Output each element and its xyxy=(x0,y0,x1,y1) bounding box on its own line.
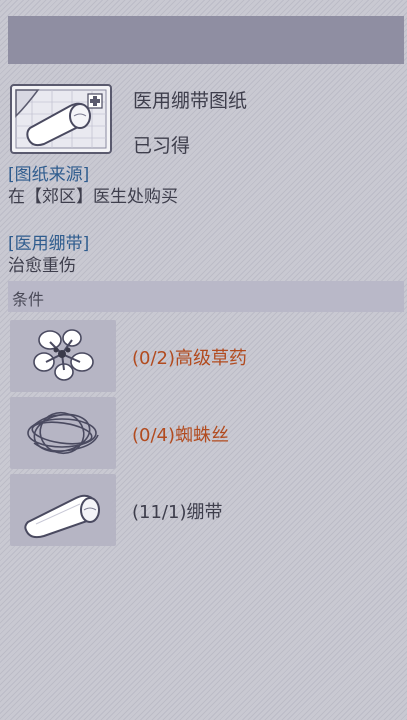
material-row-spider-silk[interactable]: (0/4)蜘蛛丝 xyxy=(10,397,404,469)
product-effect-text: 治愈重伤 xyxy=(8,256,76,276)
blueprint-title: 医用绷带图纸 xyxy=(133,90,248,112)
material-row-bandage[interactable]: (11/1)绷带 xyxy=(10,474,404,546)
spider-silk-requirement: (0/4)蜘蛛丝 xyxy=(132,425,230,446)
bandage-requirement: (11/1)绷带 xyxy=(132,502,223,523)
bandage-icon xyxy=(10,474,116,546)
conditions-header: 条件 xyxy=(8,281,404,312)
learned-status: 已习得 xyxy=(133,135,191,157)
herb-requirement: (0/2)高级草药 xyxy=(132,348,248,369)
material-row-herb[interactable]: (0/2)高级草药 xyxy=(10,320,404,392)
source-text: 在【郊区】医生处购买 xyxy=(8,187,178,207)
top-bar xyxy=(8,16,404,64)
conditions-label: 条件 xyxy=(12,290,45,309)
bandage-blueprint-icon[interactable] xyxy=(10,84,112,154)
herb-icon xyxy=(10,320,116,392)
spider-silk-icon xyxy=(10,397,116,469)
